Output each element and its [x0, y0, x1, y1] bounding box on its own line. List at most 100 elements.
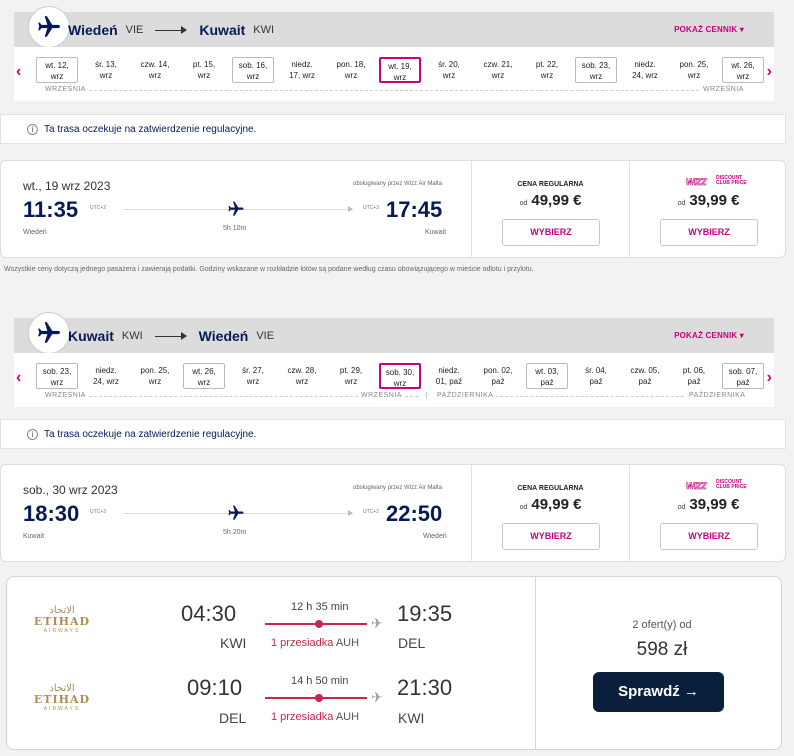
- from-label: od: [677, 200, 686, 207]
- date-option[interactable]: pt. 06, paź: [673, 363, 715, 389]
- leg1-arrival-code: DEL: [398, 635, 426, 651]
- leg1-duration: 12 h 35 min: [291, 601, 349, 613]
- date-option[interactable]: sob. 30, wrz: [379, 363, 421, 389]
- date-option[interactable]: pon. 18, wrz: [330, 57, 372, 83]
- date-label-line1: wt. 26,: [731, 61, 755, 70]
- date-option[interactable]: pon. 25, wrz: [134, 363, 176, 389]
- price-amount: 49,99 €: [531, 192, 582, 209]
- date-option[interactable]: niedz. 17, wrz: [281, 57, 323, 83]
- date-option[interactable]: wt. 03, paź: [526, 363, 568, 389]
- stops-count: 1 przesiadka: [271, 711, 334, 723]
- wdc-brand: WIZZ: [686, 177, 707, 188]
- arrival-city: Kuwait: [425, 229, 447, 236]
- date-label-line2: wrz: [540, 71, 554, 80]
- date-label-line1: niedz.: [291, 60, 313, 69]
- inbound-flight-card: sob., 30 wrz 2023 obsługiwany przez Wizz…: [0, 464, 786, 562]
- check-offer-button[interactable]: Sprawdź →: [593, 672, 724, 712]
- date-option[interactable]: niedz. 01, paź: [428, 363, 470, 389]
- chevron-left-icon[interactable]: ‹: [16, 63, 21, 81]
- etihad-logo: الاتحاد ETIHAD AIRWAYS: [31, 605, 93, 641]
- from-label: od: [519, 504, 528, 511]
- arrival-time: 22:50: [386, 501, 443, 526]
- date-option[interactable]: sob. 16, wrz: [232, 57, 274, 83]
- route-arrow-icon: [154, 331, 187, 341]
- offer-price: 598 zł: [636, 639, 688, 660]
- date-option[interactable]: czw. 21, wrz: [477, 57, 519, 83]
- date-option[interactable]: sob. 07, paź: [722, 363, 764, 389]
- date-option[interactable]: czw. 28, wrz: [281, 363, 323, 389]
- leg2-duration: 14 h 50 min: [291, 675, 349, 687]
- date-option[interactable]: pt. 29, wrz: [330, 363, 372, 389]
- leg1-departure-code: KWI: [220, 635, 247, 651]
- notice-text: Ta trasa oczekuje na zatwierdzenie regul…: [44, 124, 257, 135]
- date-option[interactable]: sob. 23, wrz: [575, 57, 617, 83]
- flight-date: wt., 19 wrz 2023: [23, 179, 111, 193]
- date-option[interactable]: pon. 02, paź: [477, 363, 519, 389]
- date-option[interactable]: śr. 13, wrz: [85, 57, 127, 83]
- date-label-line2: wrz: [50, 378, 64, 387]
- fare-label: CENA REGULARNA: [517, 485, 584, 492]
- date-option[interactable]: pt. 15, wrz: [183, 57, 225, 83]
- date-label-line2: wrz: [197, 378, 211, 387]
- date-label-line1: sob. 07,: [728, 367, 758, 376]
- date-option[interactable]: czw. 14, wrz: [134, 57, 176, 83]
- date-option[interactable]: wt. 12, wrz: [36, 57, 78, 83]
- leg2-route-line: [265, 694, 367, 702]
- etihad-logo: الاتحاد ETIHAD AIRWAYS: [31, 683, 93, 719]
- date-option[interactable]: pt. 22, wrz: [526, 57, 568, 83]
- date-label-line1: czw. 14,: [140, 60, 170, 69]
- info-icon: i: [27, 124, 38, 135]
- date-label-line1: czw. 05,: [630, 366, 660, 375]
- date-option[interactable]: wt. 19, wrz: [379, 57, 421, 83]
- date-label-line2: wrz: [50, 72, 64, 81]
- arrival-utc: UTC+3: [363, 205, 379, 211]
- date-label-line1: czw. 21,: [483, 60, 513, 69]
- outbound-flight-card: wt., 19 wrz 2023 obsługiwany przez Wizz …: [0, 160, 786, 258]
- origin-city: Kuwait: [68, 328, 114, 344]
- date-label-line1: pon. 02,: [483, 366, 513, 375]
- date-label-line2: paź: [736, 378, 750, 387]
- price-amount: 49,99 €: [531, 496, 582, 513]
- leg1-departure-time: 04:30: [181, 601, 237, 626]
- date-option[interactable]: śr. 04, paź: [575, 363, 617, 389]
- date-label-line1: sob. 23,: [581, 61, 611, 70]
- date-option[interactable]: pon. 25, wrz: [673, 57, 715, 83]
- date-option[interactable]: wt. 26, wrz: [183, 363, 225, 389]
- chevron-right-icon[interactable]: ›: [767, 369, 772, 387]
- stop-airport: AUH: [335, 711, 360, 723]
- date-option[interactable]: śr. 20, wrz: [428, 57, 470, 83]
- flight-duration: 5h 10m: [223, 225, 247, 232]
- stop-dot: [315, 694, 323, 702]
- chevron-right-icon[interactable]: ›: [767, 63, 772, 81]
- date-label-line2: 01, paź: [435, 377, 463, 386]
- airplane-logo-icon: [28, 312, 70, 354]
- chevron-left-icon[interactable]: ‹: [16, 369, 21, 387]
- date-label-line2: paź: [589, 377, 603, 386]
- offer-card[interactable]: الاتحاد ETIHAD AIRWAYS 04:30 KWI 12 h 35…: [6, 576, 782, 750]
- date-label-line1: niedz.: [438, 366, 460, 375]
- select-club-fare-button[interactable]: WYBIERZ: [660, 523, 758, 550]
- show-price-list-link[interactable]: POKAŻ CENNIK ▾: [674, 331, 744, 340]
- leg2-arrival-code: KWI: [398, 710, 425, 726]
- date-option[interactable]: niedz. 24, wrz: [624, 57, 666, 83]
- operated-by: obsługiwany przez Wizz Air Malta: [353, 485, 443, 491]
- date-label-line2: wrz: [589, 72, 603, 81]
- leg2-departure-code: DEL: [219, 710, 247, 726]
- select-regular-fare-button[interactable]: WYBIERZ: [502, 219, 600, 246]
- leg1-arrival-time: 19:35: [397, 601, 453, 626]
- fare-price: od 39,99 €: [630, 192, 787, 210]
- date-option[interactable]: wt. 26, wrz: [722, 57, 764, 83]
- date-option[interactable]: sob. 23, wrz: [36, 363, 78, 389]
- select-regular-fare-button[interactable]: WYBIERZ: [502, 523, 600, 550]
- flight-duration: 5h 20m: [223, 529, 247, 536]
- show-price-list-link[interactable]: POKAŻ CENNIK ▾: [674, 25, 744, 34]
- fare-price: od 49,99 €: [472, 496, 629, 514]
- date-option[interactable]: niedz. 24, wrz: [85, 363, 127, 389]
- outbound-date-strip: ‹ › wt. 12, wrz śr. 13, wrz czw. 14, wrz pt. 1…: [14, 47, 774, 101]
- date-option[interactable]: czw. 05, paź: [624, 363, 666, 389]
- wdc-sub2: CLUB PRICE: [716, 180, 747, 186]
- departure-utc: UTC+2: [90, 205, 106, 211]
- select-club-fare-button[interactable]: WYBIERZ: [660, 219, 758, 246]
- date-option[interactable]: śr. 27, wrz: [232, 363, 274, 389]
- airline-name: ETIHAD: [33, 615, 91, 628]
